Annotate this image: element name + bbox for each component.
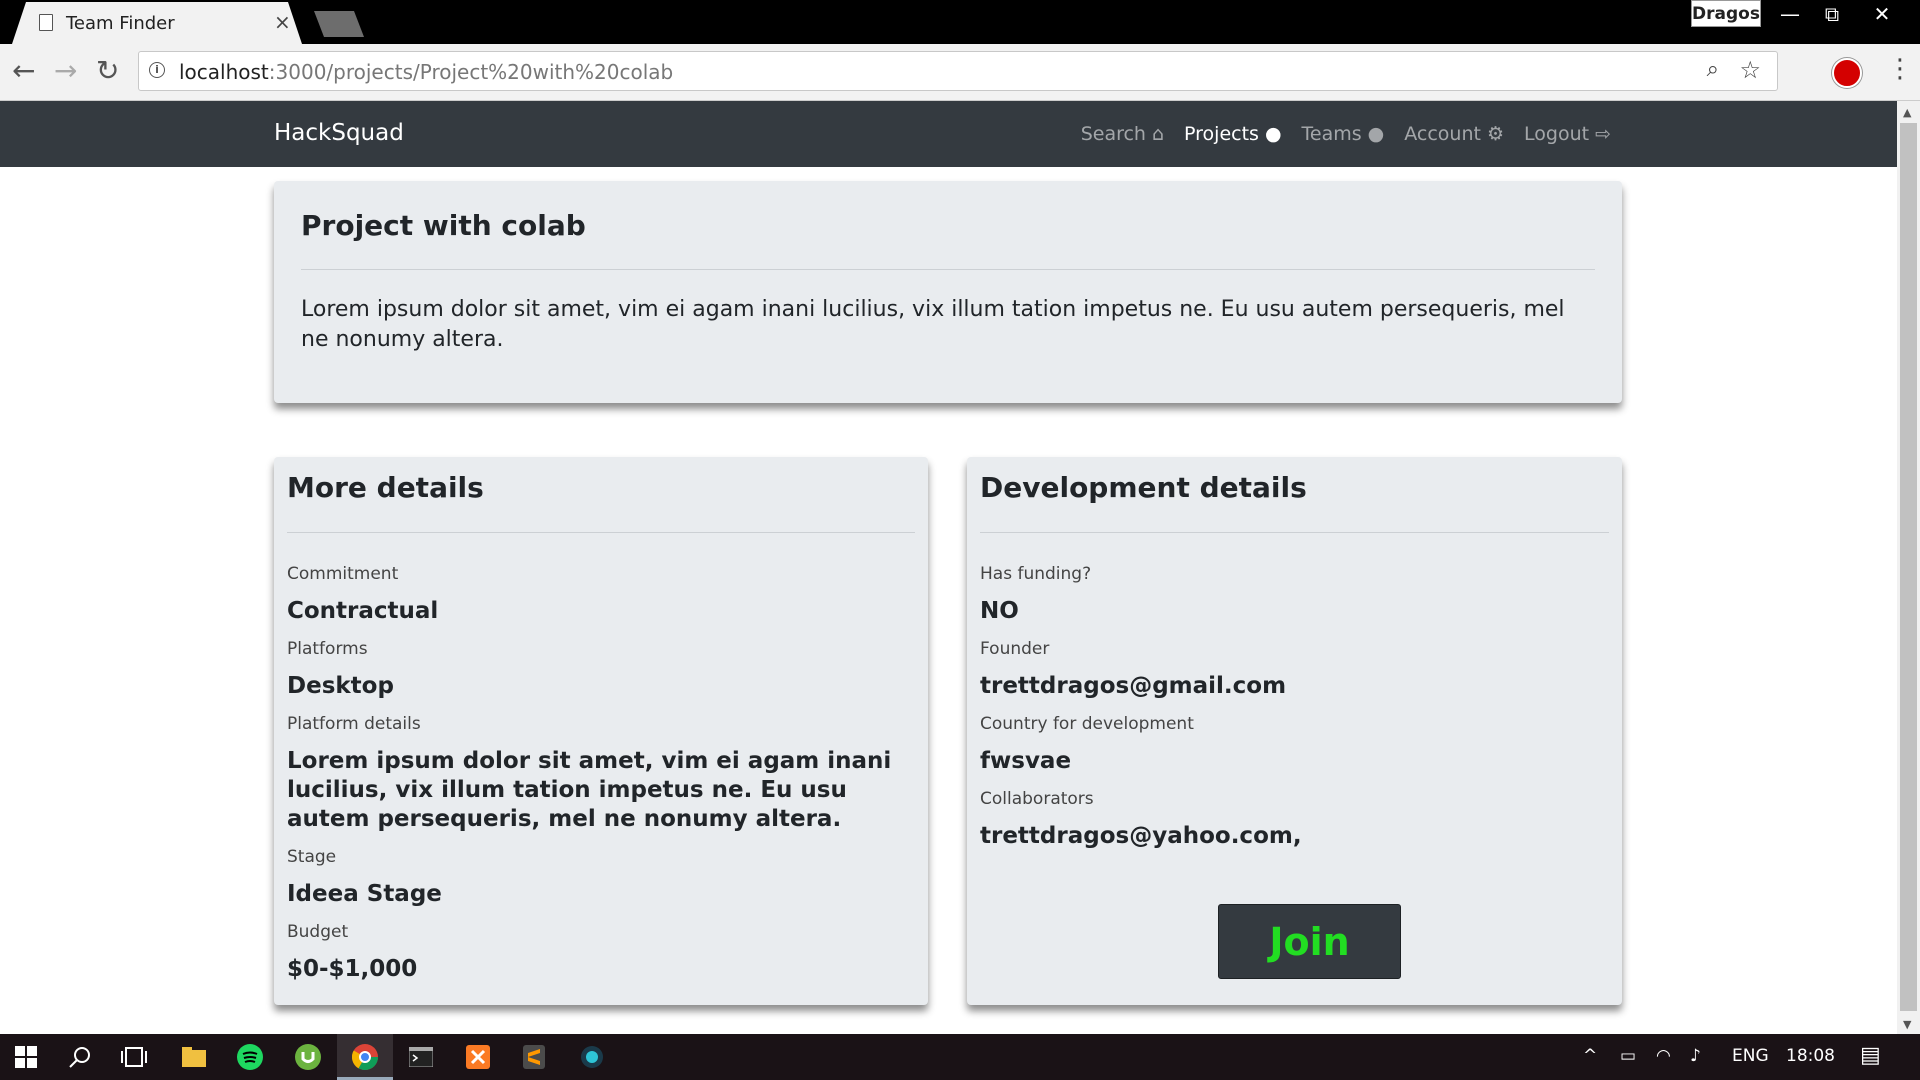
nav-teams[interactable]: Teams ● — [1302, 123, 1385, 145]
reload-icon[interactable]: ↻ — [96, 55, 119, 87]
nav-account[interactable]: Account ⚙ — [1404, 123, 1504, 145]
url-text[interactable]: localhost:3000/projects/Project%20with%2… — [179, 60, 673, 84]
nav-label: Logout — [1524, 123, 1590, 145]
more-details-card: More details Commitment Contractual Plat… — [274, 457, 928, 1005]
nav-label: Account — [1404, 123, 1481, 145]
windows-start-icon[interactable] — [12, 1043, 40, 1071]
development-details-heading: Development details — [980, 471, 1307, 504]
file-explorer-icon[interactable] — [180, 1043, 208, 1071]
profile-button[interactable]: Dragos — [1691, 0, 1761, 27]
divider — [301, 269, 1595, 270]
site-navbar: HackSquad Search ⌂ Projects ● Teams ● Accou… — [0, 101, 1897, 167]
url-path: :3000/projects/Project%20with%20colab — [268, 60, 674, 84]
bookmark-star-icon[interactable]: ☆ — [1739, 56, 1761, 84]
budget-label: Budget — [287, 922, 349, 942]
more-details-heading: More details — [287, 471, 484, 504]
project-description: Lorem ipsum dolor sit amet, vim ei agam … — [301, 297, 1565, 352]
app-icon[interactable] — [578, 1043, 606, 1071]
scroll-up-icon[interactable]: ▲ — [1903, 106, 1911, 119]
address-bar[interactable]: i localhost:3000/projects/Project%20with… — [138, 51, 1778, 91]
nav-label: Teams — [1301, 123, 1362, 145]
platform-details-label: Platform details — [287, 714, 421, 734]
page-scrollbar[interactable]: ▲ ▼ — [1897, 101, 1920, 1034]
tray-expand-icon[interactable]: ^ — [1583, 1046, 1597, 1066]
sublime-text-icon[interactable] — [520, 1043, 548, 1071]
brand-logo[interactable]: HackSquad — [274, 120, 404, 146]
wifi-icon[interactable]: ◠ — [1656, 1046, 1671, 1066]
tab-close-icon[interactable]: × — [274, 10, 291, 34]
browser-toolbar: ← → ↻ i localhost:3000/projects/Project%… — [0, 44, 1920, 101]
stage-label: Stage — [287, 847, 337, 867]
commitment-value: Contractual — [287, 598, 439, 624]
extension-icon[interactable] — [1832, 58, 1862, 88]
battery-icon[interactable]: ▭ — [1620, 1046, 1636, 1066]
founder-value: trettdragos@gmail.com — [980, 673, 1287, 699]
user-icon: ● — [1367, 123, 1385, 145]
zoom-icon[interactable]: ⌕ — [1707, 57, 1719, 82]
user-icon: ● — [1264, 123, 1282, 145]
nav-label: Search — [1080, 123, 1146, 145]
nav-label: Projects — [1184, 123, 1259, 145]
platforms-value: Desktop — [287, 673, 394, 699]
more-details-fields: Commitment Contractual Platforms Desktop… — [287, 563, 898, 996]
budget-value: $0-$1,000 — [287, 956, 418, 982]
collaborators-label: Collaborators — [980, 789, 1094, 809]
language-indicator[interactable]: ENG — [1732, 1046, 1769, 1066]
project-summary-card: Project with colab Lorem ipsum dolor sit… — [274, 181, 1622, 403]
xampp-icon[interactable] — [464, 1043, 492, 1071]
page-icon — [39, 14, 53, 31]
country-value: fwsvae — [980, 748, 1072, 774]
volume-icon[interactable]: ♪ — [1690, 1046, 1701, 1066]
funding-label: Has funding? — [980, 564, 1092, 584]
utorrent-icon[interactable] — [294, 1043, 322, 1071]
notifications-icon[interactable]: ▤ — [1860, 1043, 1881, 1068]
divider — [287, 532, 915, 533]
close-window-button[interactable]: ✕ — [1862, 0, 1902, 28]
join-button[interactable]: Join — [1218, 904, 1401, 979]
project-title: Project with colab — [301, 209, 586, 242]
task-view-icon[interactable] — [120, 1043, 148, 1071]
funding-value: NO — [980, 598, 1019, 624]
scrollbar-thumb[interactable] — [1900, 123, 1917, 1011]
home-icon: ⌂ — [1151, 123, 1165, 145]
commitment-label: Commitment — [287, 564, 399, 584]
chrome-icon[interactable] — [351, 1043, 379, 1071]
url-host: localhost — [179, 60, 269, 84]
scroll-down-icon[interactable]: ▼ — [1903, 1018, 1911, 1031]
terminal-icon[interactable] — [407, 1043, 435, 1071]
restore-button[interactable]: ⧉ — [1812, 0, 1852, 28]
browser-menu-icon[interactable]: ⋮ — [1887, 54, 1913, 84]
founder-label: Founder — [980, 639, 1050, 659]
platform-details-value: Lorem ipsum dolor sit amet, vim ei agam … — [287, 748, 892, 832]
nav-projects[interactable]: Projects ● — [1184, 123, 1282, 145]
clock[interactable]: 18:08 — [1786, 1046, 1835, 1066]
divider — [980, 532, 1609, 533]
browser-tab[interactable]: Team Finder × — [12, 2, 302, 44]
development-details-fields: Has funding? NO Founder trettdragos@gmai… — [980, 563, 1592, 863]
info-icon[interactable]: i — [149, 62, 165, 78]
gears-icon: ⚙ — [1486, 123, 1505, 145]
stage-value: Ideea Stage — [287, 881, 442, 907]
development-details-card: Development details Has funding? NO Foun… — [967, 457, 1622, 1005]
nav-links: Search ⌂ Projects ● Teams ● Account ⚙ Logout… — [1081, 123, 1611, 145]
nav-search[interactable]: Search ⌂ — [1081, 123, 1164, 145]
new-tab-button[interactable] — [314, 11, 364, 37]
country-label: Country for development — [980, 714, 1194, 734]
back-icon[interactable]: ← — [12, 55, 35, 87]
search-icon[interactable] — [66, 1043, 94, 1071]
page-viewport: HackSquad Search ⌂ Projects ● Teams ● Accou… — [0, 101, 1897, 1034]
spotify-icon[interactable] — [236, 1043, 264, 1071]
minimize-button[interactable]: — — [1770, 0, 1810, 28]
forward-icon[interactable]: → — [54, 55, 77, 87]
browser-title-bar: Team Finder × Dragos — ⧉ ✕ — [0, 0, 1920, 44]
nav-logout[interactable]: Logout ⇨ — [1524, 123, 1611, 145]
windows-taskbar: ^ ▭ ◠ ♪ ENG 18:08 ▤ — [0, 1034, 1920, 1080]
tab-title: Team Finder — [66, 13, 175, 34]
platforms-label: Platforms — [287, 639, 368, 659]
sign-out-icon: ⇨ — [1595, 123, 1611, 145]
collaborators-value: trettdragos@yahoo.com, — [980, 823, 1302, 849]
